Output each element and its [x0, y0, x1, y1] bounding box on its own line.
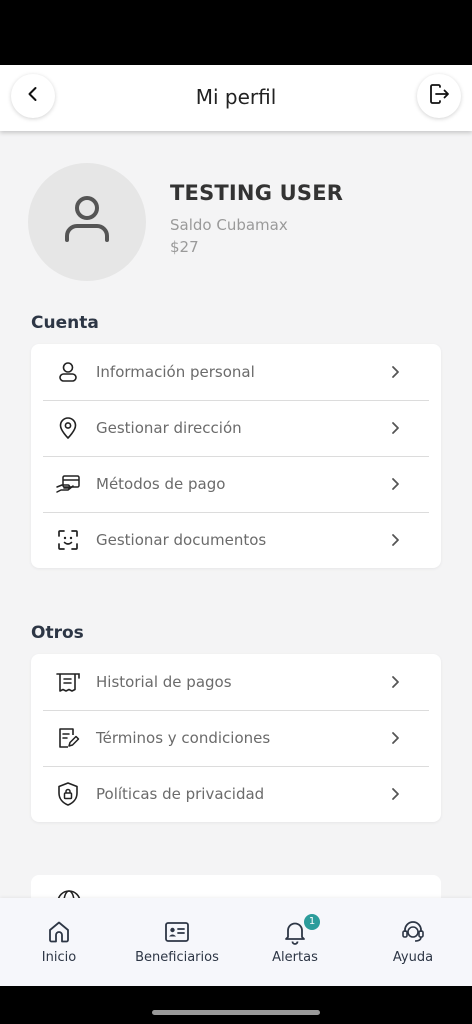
chevron-right-icon — [387, 730, 403, 746]
section-title-otros: Otros — [31, 623, 84, 643]
logout-button[interactable] — [417, 74, 461, 118]
home-icon — [46, 919, 72, 947]
nav-item-beneficiarios[interactable]: Beneficiarios — [118, 898, 236, 986]
logout-icon — [427, 82, 451, 110]
menu-item-label: Políticas de privacidad — [96, 785, 265, 803]
menu-item-label: Términos y condiciones — [96, 729, 271, 747]
nav-item-ayuda[interactable]: Ayuda — [354, 898, 472, 986]
menu-item-informacion-personal[interactable]: Información personal — [31, 344, 441, 400]
menu-item-gestionar-documentos[interactable]: Gestionar documentos — [31, 512, 441, 568]
location-pin-icon — [55, 415, 81, 441]
menu-item-label: Gestionar dirección — [96, 419, 242, 437]
others-card: Historial de pagos Términos y condicione… — [31, 654, 441, 822]
nav-label: Inicio — [41, 950, 77, 965]
avatar[interactable] — [28, 163, 146, 281]
chevron-right-icon — [387, 476, 403, 492]
payment-card-icon — [55, 471, 81, 497]
chevron-right-icon — [387, 364, 403, 380]
nav-item-inicio[interactable]: Inicio — [0, 898, 118, 986]
chevron-right-icon — [387, 532, 403, 548]
menu-item-historial-de-pagos[interactable]: Historial de pagos — [31, 654, 441, 710]
nav-item-alertas[interactable]: 1 Alertas — [236, 898, 354, 986]
user-icon — [63, 194, 111, 250]
person-icon — [55, 359, 81, 385]
status-bar — [0, 0, 472, 65]
support-agent-icon — [400, 919, 426, 947]
menu-item-terminos-y-condiciones[interactable]: Términos y condiciones — [31, 710, 441, 766]
header: Mi perfil — [0, 65, 472, 131]
chevron-right-icon — [387, 786, 403, 802]
chevron-right-icon — [387, 420, 403, 436]
menu-item-gestionar-direccion[interactable]: Gestionar dirección — [31, 400, 441, 456]
screen: Mi perfil TESTING USER Saldo Cubamax $27… — [0, 65, 472, 986]
user-name: TESTING USER — [170, 181, 344, 205]
menu-item-label: Métodos de pago — [96, 475, 226, 493]
profile-summary: TESTING USER Saldo Cubamax $27 — [28, 163, 448, 283]
nav-label: Beneficiarios — [135, 950, 219, 965]
id-card-icon — [164, 919, 190, 947]
face-scan-icon — [55, 527, 81, 553]
chevron-right-icon — [387, 674, 403, 690]
page-title: Mi perfil — [195, 85, 277, 109]
nav-label: Alertas — [272, 950, 318, 965]
menu-item-label: Gestionar documentos — [96, 531, 267, 549]
account-card: Información personal Gestionar dirección… — [31, 344, 441, 568]
home-indicator[interactable] — [152, 1010, 320, 1015]
menu-item-label: Historial de pagos — [96, 673, 232, 691]
document-edit-icon — [55, 725, 81, 751]
menu-item-politicas-de-privacidad[interactable]: Políticas de privacidad — [31, 766, 441, 822]
receipt-icon — [55, 669, 81, 695]
shield-lock-icon — [55, 781, 81, 807]
menu-item-metodos-de-pago[interactable]: Métodos de pago — [31, 456, 441, 512]
notification-badge: 1 — [304, 914, 320, 930]
bottom-navigation: Inicio Beneficiarios 1 Alertas Ayuda — [0, 898, 472, 986]
balance-value: $27 — [170, 238, 199, 256]
system-navigation-bar — [0, 986, 472, 1024]
menu-item-label: Información personal — [96, 363, 255, 381]
nav-label: Ayuda — [392, 950, 434, 965]
balance-label: Saldo Cubamax — [170, 216, 288, 234]
section-title-cuenta: Cuenta — [31, 313, 99, 333]
